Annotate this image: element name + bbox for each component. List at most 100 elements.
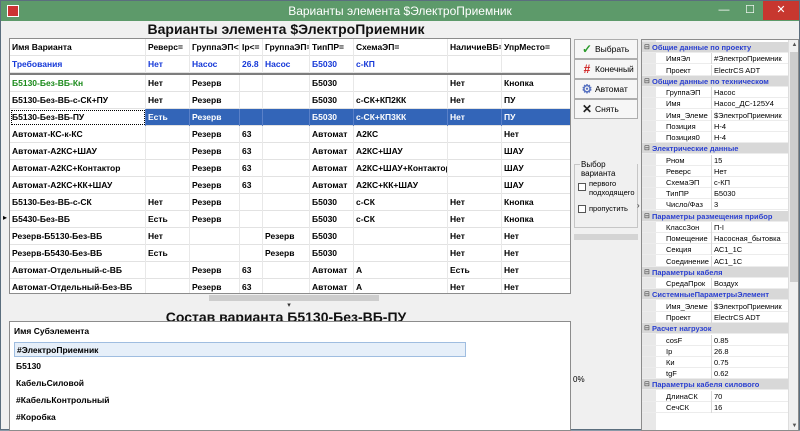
list-item[interactable]: #ЭлектроПриемник: [14, 342, 466, 357]
collapse-icon[interactable]: ⊟: [644, 76, 650, 87]
property-value[interactable]: с-КП: [714, 177, 730, 188]
property-category[interactable]: ⊟ Параметры размещения прибор: [642, 210, 788, 222]
property-row[interactable]: ИмяЭл #ЭлектроПриемник: [642, 53, 788, 65]
table-row[interactable]: Автомат-А2КС+КК+ШАУ Резерв 63 Автомат А2КС+К…: [10, 177, 570, 194]
property-row[interactable]: tgF 0.62: [642, 368, 788, 380]
table-row[interactable]: Резерв-Б5130-Без-ВБ Нет Резерв Б5030 Нет Нет: [10, 228, 570, 245]
property-row[interactable]: ТипПР Б5030: [642, 188, 788, 200]
property-value[interactable]: 0.62: [714, 368, 729, 379]
property-row[interactable]: Ки 0.75: [642, 357, 788, 368]
collapse-icon[interactable]: ⊟: [644, 323, 650, 334]
column-header[interactable]: ГруппаЭП<>: [190, 39, 240, 56]
property-value[interactable]: Насос_ДС-125У4: [714, 98, 774, 109]
list-item[interactable]: Б5130: [14, 359, 466, 374]
property-value[interactable]: 0.75: [714, 357, 729, 368]
property-value[interactable]: Н-4: [714, 121, 726, 132]
property-row[interactable]: Реверс Нет: [642, 165, 788, 177]
table-row[interactable]: Б5130-Без-ВБ-с-СК Нет Резерв Б5030 с-СК Нет Кн…: [10, 194, 570, 211]
property-value[interactable]: #ЭлектроПриемник: [714, 53, 782, 64]
property-row[interactable]: СредаПрок Воздух: [642, 278, 788, 290]
property-value[interactable]: 16: [714, 402, 722, 413]
property-row[interactable]: Позиция Н-4: [642, 120, 788, 132]
table-row[interactable]: Б5130-Без-ВБ-с-СК+ПУ Нет Резерв Б5030 с-СК+К…: [10, 92, 570, 109]
properties-scrollbar[interactable]: ▲ ▼: [788, 40, 798, 430]
property-category[interactable]: ⊟ Расчет нагрузок: [642, 323, 788, 335]
property-row[interactable]: Имя Насос_ДС-125У4: [642, 98, 788, 110]
collapse-icon[interactable]: ⊟: [644, 143, 650, 154]
minimize-button[interactable]: —: [711, 1, 737, 20]
property-row[interactable]: Рном 15: [642, 154, 788, 166]
property-row[interactable]: Число/Фаз 3: [642, 199, 788, 211]
requirements-row[interactable]: Требования Нет Насос 26.8 Насос Б5030 с-КП: [10, 56, 570, 73]
title-bar[interactable]: Варианты элемента $ЭлектроПриемник — ☐ ✕: [1, 1, 799, 21]
column-header[interactable]: Реверс=: [146, 39, 190, 56]
property-row[interactable]: Имя_Элеме $ЭлектроПриемник: [642, 109, 788, 121]
property-category[interactable]: ⊟ Общие данные по проекту: [642, 42, 788, 53]
properties-scroll-thumb[interactable]: [790, 52, 798, 282]
property-row[interactable]: Имя_Элеме $ЭлектроПриемник: [642, 300, 788, 312]
scrollbar-thumb[interactable]: [209, 295, 379, 301]
property-row[interactable]: СечСК 16: [642, 402, 788, 413]
first-match-checkbox[interactable]: [578, 183, 586, 191]
property-value[interactable]: Насосная_бытовка: [714, 233, 781, 244]
property-row[interactable]: cosF 0.85: [642, 334, 788, 346]
column-header[interactable]: СхемаЭП=: [354, 39, 448, 56]
skip-checkbox[interactable]: [578, 205, 586, 213]
property-row[interactable]: Ip 26.8: [642, 345, 788, 357]
table-row[interactable]: Автомат-Отдельный-с-ВБ Резерв 63 Автомат А Ес…: [10, 262, 570, 279]
property-value[interactable]: ElectrCS ADT: [714, 312, 760, 323]
property-row[interactable]: Проект ElectrCS ADT: [642, 312, 788, 323]
property-category[interactable]: ⊟ Электрические данные: [642, 143, 788, 155]
table-row[interactable]: Автомат-Отдельный-Без-ВБ Резерв 63 Автомат А…: [10, 279, 570, 293]
column-header[interactable]: ГруппаЭП=: [263, 39, 310, 56]
property-value[interactable]: П-I: [714, 222, 724, 233]
property-value[interactable]: 15: [714, 155, 722, 166]
collapse-icon[interactable]: ⊟: [644, 211, 650, 222]
property-value[interactable]: $ЭлектроПриемник: [714, 301, 782, 312]
final-button[interactable]: # Конечный: [574, 59, 638, 79]
table-row[interactable]: Резерв-Б5430-Без-ВБ Есть Резерв Б5030 Нет Нет: [10, 245, 570, 262]
column-header[interactable]: ТипПР=: [310, 39, 354, 56]
property-value[interactable]: Н-4: [714, 132, 726, 143]
table-row[interactable]: Автомат-А2КС+ШАУ Резерв 63 Автомат А2КС+ШАУ Ш…: [10, 143, 570, 160]
property-value[interactable]: Б5030: [714, 188, 736, 199]
panel-splitter-icon[interactable]: ›: [637, 201, 640, 210]
property-value[interactable]: 70: [714, 391, 722, 402]
column-header[interactable]: Имя Варианта: [10, 39, 146, 56]
maximize-button[interactable]: ☐: [737, 1, 763, 20]
properties-panel[interactable]: ▲ ▼ ⊟ Общие данные по проекту ИмяЭл #Электр…: [641, 39, 799, 431]
property-row[interactable]: Соединение АС1_1С: [642, 255, 788, 267]
table-row[interactable]: Б5130-Без-ВБ-ПУ Есть Резерв Б5030 с-СК+КП3КК…: [10, 109, 570, 126]
remove-button[interactable]: ✕ Снять: [574, 99, 638, 119]
property-row[interactable]: Проект ElectrCS ADT: [642, 64, 788, 76]
list-item[interactable]: #Коробка: [14, 410, 466, 425]
scroll-up-icon[interactable]: ▲: [789, 40, 798, 50]
collapse-icon[interactable]: ⊟: [644, 267, 650, 278]
table-row[interactable]: Б5430-Без-ВБ Есть Резерв Б5030 с-СК Нет Кнопка: [10, 211, 570, 228]
property-category[interactable]: ⊟ Параметры кабеля силового: [642, 379, 788, 391]
property-value[interactable]: Воздух: [714, 278, 738, 289]
select-button[interactable]: ✓ Выбрать: [574, 39, 638, 59]
collapse-icon[interactable]: ⊟: [644, 42, 650, 53]
property-row[interactable]: Позиция0 Н-4: [642, 132, 788, 143]
column-header[interactable]: Iр<=: [240, 39, 263, 56]
property-value[interactable]: ElectrCS ADT: [714, 65, 760, 76]
property-row[interactable]: ГруппаЭП Насос: [642, 87, 788, 99]
property-category[interactable]: ⊟ Общие данные по техническом: [642, 75, 788, 87]
property-value[interactable]: АС1_1С: [714, 256, 742, 267]
close-button[interactable]: ✕: [763, 1, 799, 20]
property-row[interactable]: Помещение Насосная_бытовка: [642, 233, 788, 245]
property-value[interactable]: 26.8: [714, 346, 729, 357]
property-row[interactable]: ДлинаСК 70: [642, 390, 788, 402]
property-value[interactable]: АС1_1С: [714, 244, 742, 255]
list-item[interactable]: #КабельКонтрольный: [14, 393, 466, 408]
header-row[interactable]: Имя Варианта Реверс= ГруппаЭП<> Iр<= ГруппаЭ…: [10, 39, 570, 56]
property-value[interactable]: Нет: [714, 166, 727, 177]
table-row[interactable]: Автомат-А2КС+Контактор Резерв 63 Автомат А2К…: [10, 160, 570, 177]
variants-horizontal-scrollbar[interactable]: [9, 294, 571, 302]
property-row[interactable]: СхемаЭП с-КП: [642, 177, 788, 188]
property-row[interactable]: КлассЗон П-I: [642, 222, 788, 233]
property-value[interactable]: 0.85: [714, 335, 729, 346]
property-row[interactable]: Секция АС1_1С: [642, 244, 788, 256]
table-row[interactable]: Автомат-КС-к-КС Резерв 63 Автомат А2КС Нет: [10, 126, 570, 143]
